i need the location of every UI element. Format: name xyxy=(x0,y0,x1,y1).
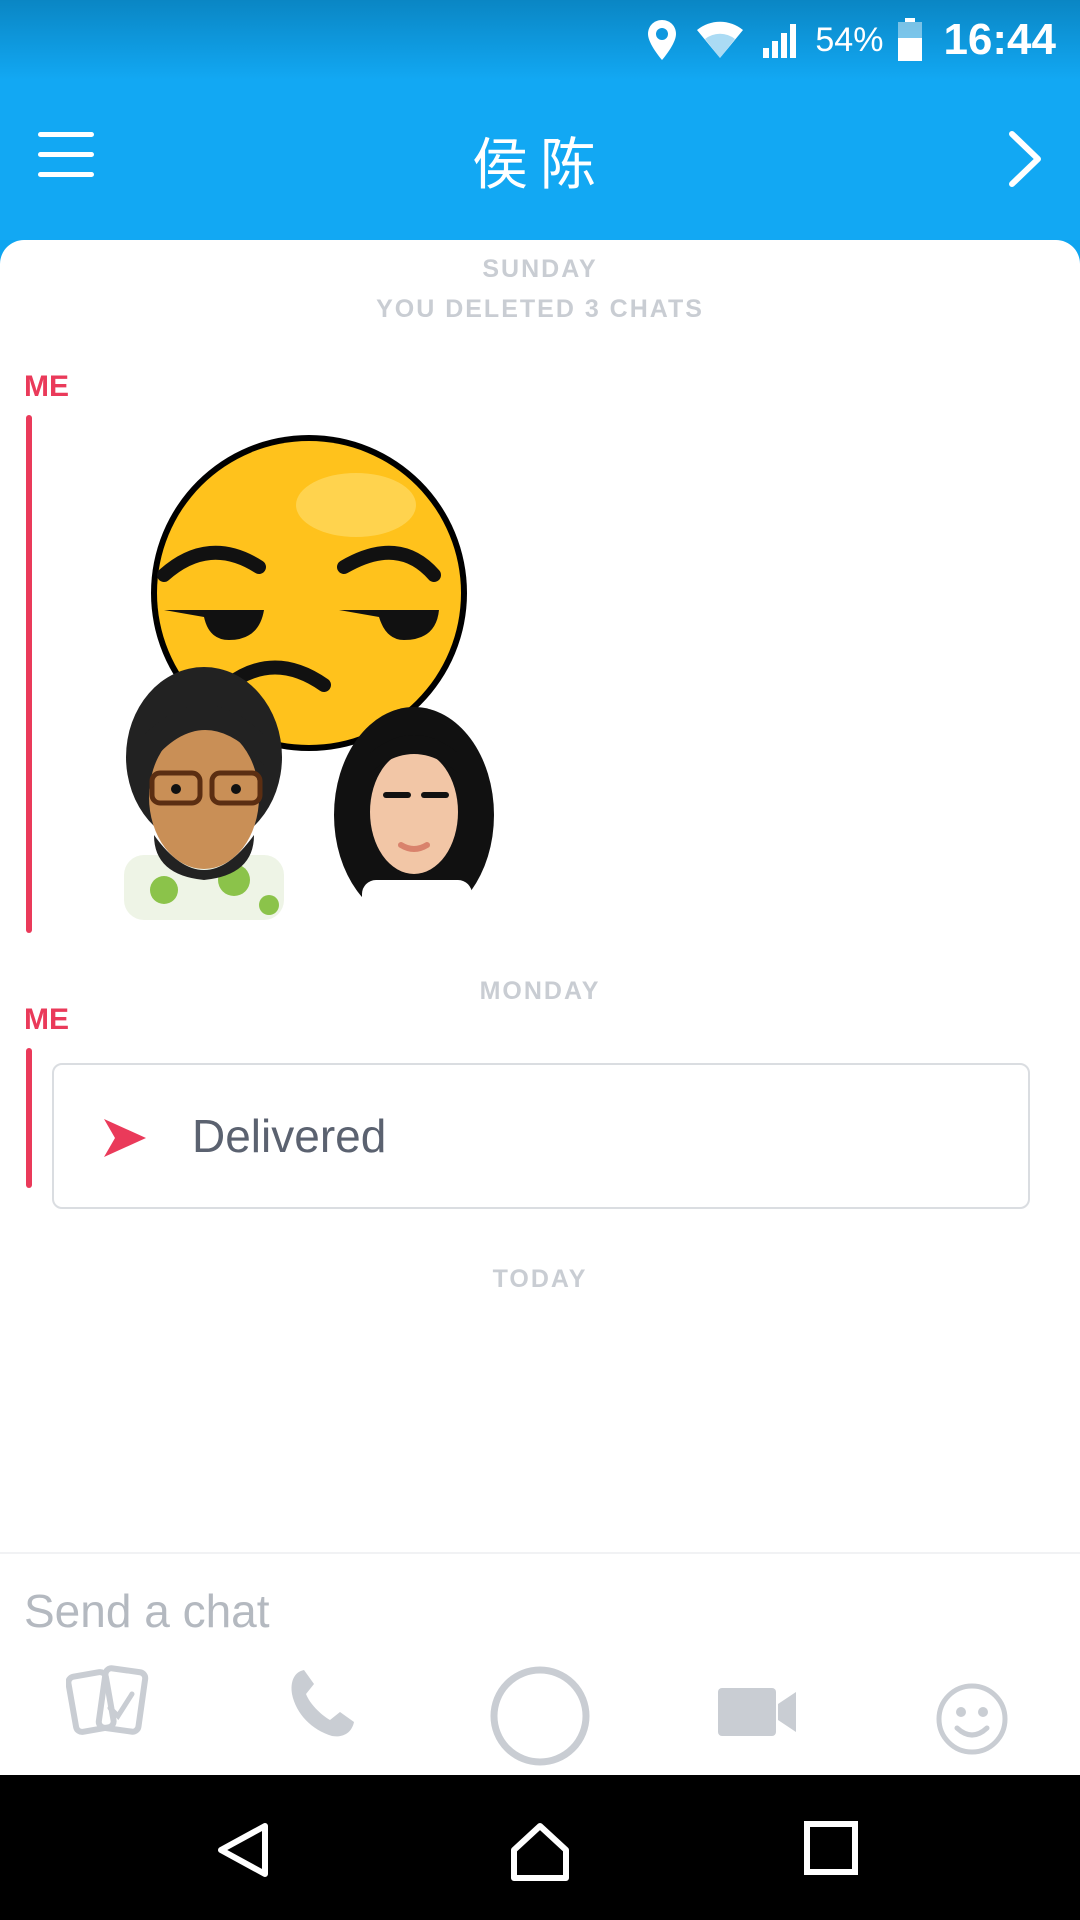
back-icon[interactable] xyxy=(213,1820,273,1880)
memories-icon[interactable] xyxy=(66,1664,150,1740)
phone-icon[interactable] xyxy=(286,1664,360,1740)
contact-name[interactable]: 侯陈 xyxy=(0,120,1080,201)
android-nav-bar xyxy=(0,1775,1080,1920)
sender-label: ME xyxy=(24,370,69,403)
recents-icon[interactable] xyxy=(803,1820,859,1876)
sender-label: ME xyxy=(24,1003,69,1036)
day-label-sunday: SUNDAY xyxy=(482,255,598,283)
video-icon[interactable] xyxy=(716,1684,798,1740)
sender-bar xyxy=(26,1048,32,1188)
delivered-message[interactable]: Delivered xyxy=(52,1063,1030,1209)
wifi-icon xyxy=(697,21,744,58)
chat-content[interactable]: SUNDAY YOU DELETED 3 CHATS ME MONDAY ME xyxy=(0,240,1080,1775)
send-chat-input[interactable]: Send a chat xyxy=(24,1584,270,1638)
emoji-icon[interactable] xyxy=(935,1682,1009,1756)
clock: 16:44 xyxy=(943,15,1056,64)
status-bar: 54% 16:44 xyxy=(0,0,1080,80)
deleted-chats-notice: YOU DELETED 3 CHATS xyxy=(376,295,704,323)
location-icon xyxy=(648,20,677,60)
sender-bar xyxy=(26,415,32,933)
battery-percent: 54% xyxy=(815,20,884,59)
chevron-right-icon[interactable] xyxy=(1000,124,1050,194)
day-label-monday: MONDAY xyxy=(479,977,601,1005)
send-arrow-icon xyxy=(104,1119,146,1157)
home-icon[interactable] xyxy=(508,1820,572,1882)
day-label-today: TODAY xyxy=(492,1265,588,1293)
bitmoji-sticker[interactable] xyxy=(124,435,504,920)
battery-icon xyxy=(898,18,923,61)
capture-button[interactable] xyxy=(488,1664,592,1768)
delivered-status: Delivered xyxy=(192,1110,387,1162)
chat-header: 侯陈 xyxy=(0,80,1080,240)
status-icons: 54% 16:44 xyxy=(645,10,1056,70)
signal-icon xyxy=(763,24,797,58)
chat-composer: Send a chat xyxy=(0,1552,1080,1777)
